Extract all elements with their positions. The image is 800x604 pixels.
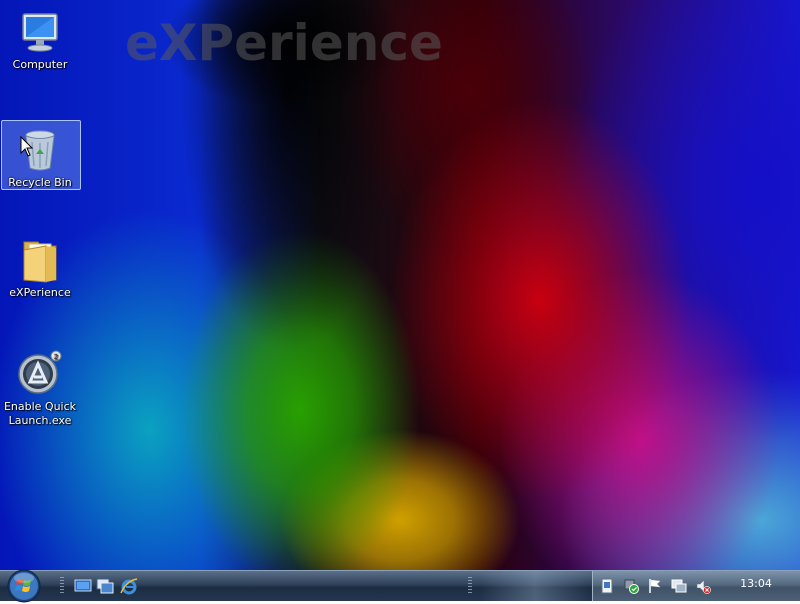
desktop-icon-label: Enable Quick Launch.exe — [3, 400, 77, 427]
taskbar — [0, 568, 800, 604]
document-icon[interactable] — [599, 578, 615, 594]
switch-windows-icon[interactable] — [96, 577, 114, 595]
desktop-icon-label: Computer — [12, 58, 68, 71]
internet-explorer-icon[interactable] — [120, 577, 138, 595]
desktop-icon-enable-quick-launch[interactable]: 2 Enable Quick Launch.exe — [1, 350, 79, 428]
start-orb-icon[interactable] — [6, 568, 42, 604]
action-center-flag-icon[interactable] — [647, 578, 663, 594]
application-icon: 2 — [18, 350, 62, 394]
security-shield-icon[interactable] — [623, 578, 639, 594]
wallpaper-brand-text: eXPerience — [125, 14, 443, 72]
network-icon[interactable] — [671, 578, 687, 594]
desktop-icon-label: eXPerience — [9, 286, 71, 299]
taskbar-glow — [480, 571, 590, 601]
taskbar-clock[interactable]: 13:04 — [736, 577, 776, 590]
desktop-icon-experience-folder[interactable]: eXPerience — [1, 236, 79, 300]
svg-text:2: 2 — [54, 353, 58, 361]
computer-icon — [22, 13, 58, 52]
taskbar-grip[interactable] — [468, 577, 472, 595]
desktop[interactable]: eXPerience Computer Recycle Bin eXPerien… — [0, 0, 800, 570]
show-desktop-icon[interactable] — [74, 577, 92, 595]
folder-icon — [23, 241, 57, 283]
mouse-cursor-icon — [20, 136, 34, 157]
desktop-icon-recycle-bin[interactable]: Recycle Bin — [1, 120, 81, 190]
volume-muted-icon[interactable] — [695, 578, 711, 594]
desktop-icon-label: Recycle Bin — [8, 176, 72, 189]
taskbar-grip[interactable] — [60, 577, 64, 595]
desktop-icon-computer[interactable]: Computer — [1, 8, 79, 72]
